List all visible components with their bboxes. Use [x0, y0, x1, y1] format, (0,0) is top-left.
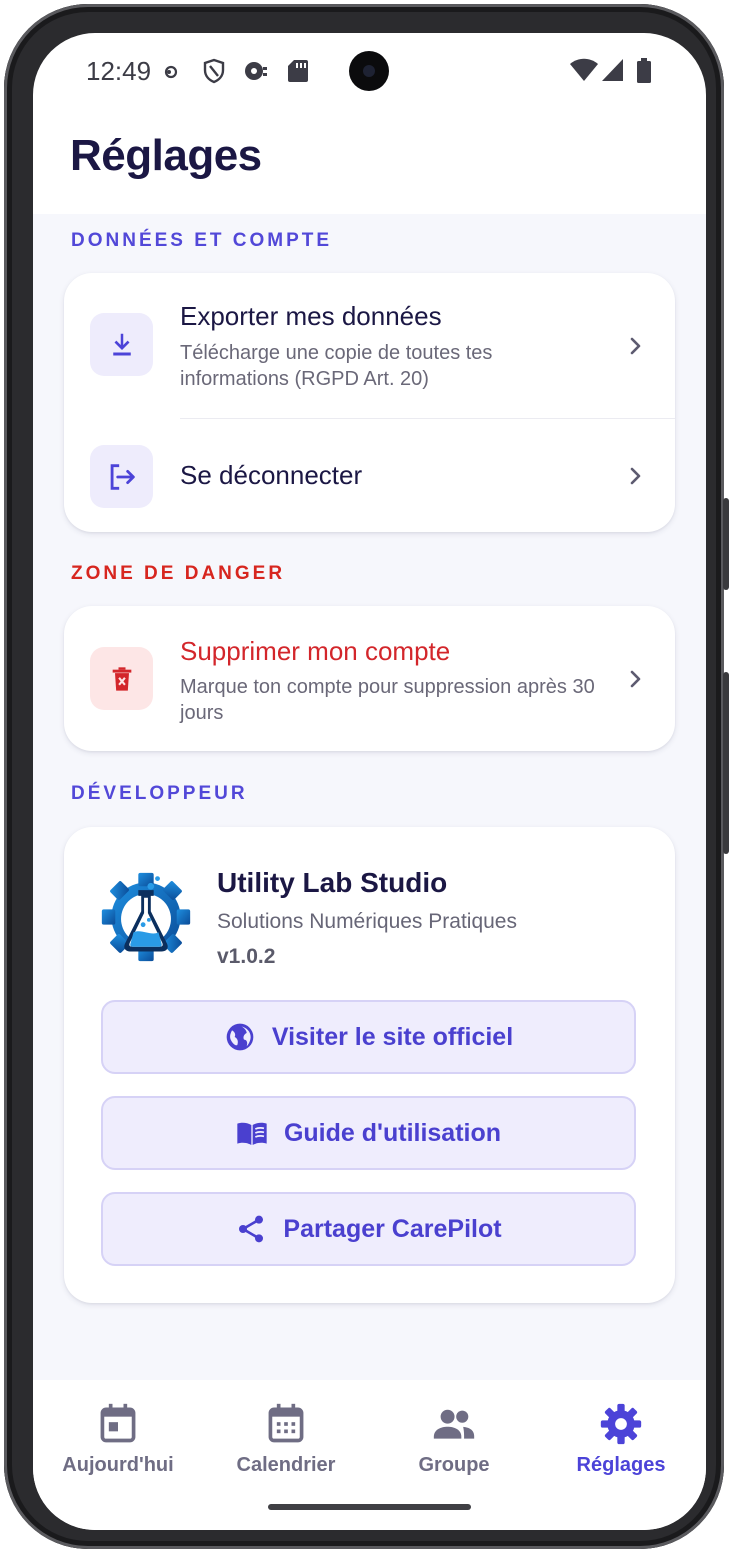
logout-title: Se déconnecter — [180, 460, 363, 490]
nav-item-calendar[interactable]: Calendrier — [201, 1402, 371, 1477]
download-icon — [90, 313, 153, 376]
user-guide-label: Guide d'utilisation — [283, 1118, 502, 1147]
status-bar: 12:49 — [33, 33, 706, 109]
export-data-subtitle: Télécharge une copie de toutes tes infor… — [180, 342, 493, 390]
chevron-right-icon — [630, 670, 641, 688]
calendar-today-icon — [100, 1403, 136, 1443]
calendar-month-icon — [268, 1403, 304, 1443]
group-icon — [433, 1409, 475, 1439]
nav-item-today[interactable]: Aujourd'hui — [33, 1402, 203, 1477]
page-title: Réglages — [70, 131, 262, 180]
delete-account-row[interactable]: Supprimer mon compte Marque ton compte p… — [64, 606, 675, 751]
share-app-label: Partager CarePilot — [283, 1214, 502, 1243]
sd-card-icon — [288, 60, 308, 82]
notification-dot-icon — [164, 65, 178, 79]
power-button — [723, 672, 729, 854]
volume-button — [723, 498, 729, 590]
user-guide-button[interactable]: Guide d'utilisation — [101, 1096, 636, 1170]
nav-item-settings[interactable]: Réglages — [536, 1402, 706, 1477]
settings-content[interactable]: DONNÉES ET COMPTE Exporter mes données T… — [33, 214, 706, 1380]
gear-icon — [600, 1403, 642, 1445]
logout-row[interactable]: Se déconnecter — [64, 419, 675, 532]
delete-account-title: Supprimer mon compte — [180, 636, 451, 666]
section-label-danger: ZONE DE DANGER — [71, 563, 286, 584]
nav-label-today: Aujourd'hui — [62, 1454, 174, 1476]
section-label-developer: DÉVELOPPEUR — [71, 783, 248, 804]
nav-item-group[interactable]: Groupe — [369, 1402, 539, 1477]
app-version: v1.0.2 — [217, 945, 276, 968]
status-time: 12:49 — [86, 56, 152, 86]
signal-icon — [602, 59, 623, 81]
front-camera — [349, 51, 389, 91]
trash-icon — [90, 647, 153, 710]
nav-label-settings: Réglages — [576, 1454, 666, 1476]
battery-icon — [637, 58, 651, 83]
utility-lab-logo — [101, 872, 191, 962]
nav-label-calendar: Calendrier — [236, 1454, 336, 1476]
shield-icon — [203, 58, 225, 84]
delete-account-subtitle: Marque ton compte pour suppression après… — [180, 676, 595, 724]
visit-website-label: Visiter le site officiel — [271, 1022, 514, 1051]
logout-icon — [90, 445, 153, 508]
globe-icon — [226, 1023, 254, 1051]
home-indicator[interactable] — [268, 1504, 471, 1510]
developer-tagline: Solutions Numériques Pratiques — [217, 910, 517, 933]
media-icon — [245, 62, 267, 80]
share-icon — [239, 1215, 264, 1243]
section-label-account: DONNÉES ET COMPTE — [71, 230, 333, 251]
screen: 12:49 Réglages DONNÉES ET COMPTE Exporte… — [33, 33, 706, 1530]
nav-label-group: Groupe — [418, 1454, 490, 1476]
developer-card: Utility Lab Studio Solutions Numériques … — [64, 827, 675, 1303]
chevron-right-icon — [630, 467, 641, 485]
export-data-title: Exporter mes données — [180, 301, 442, 331]
chevron-right-icon — [630, 337, 641, 355]
wifi-icon — [570, 58, 598, 81]
developer-name: Utility Lab Studio — [217, 867, 448, 898]
share-app-button[interactable]: Partager CarePilot — [101, 1192, 636, 1266]
danger-card: Supprimer mon compte Marque ton compte p… — [64, 606, 675, 751]
export-data-row[interactable]: Exporter mes données Télécharge une copi… — [64, 273, 675, 419]
book-icon — [237, 1122, 267, 1145]
phone-frame: 12:49 Réglages DONNÉES ET COMPTE Exporte… — [4, 4, 729, 1549]
visit-website-button[interactable]: Visiter le site officiel — [101, 1000, 636, 1074]
account-card: Exporter mes données Télécharge une copi… — [64, 273, 675, 532]
